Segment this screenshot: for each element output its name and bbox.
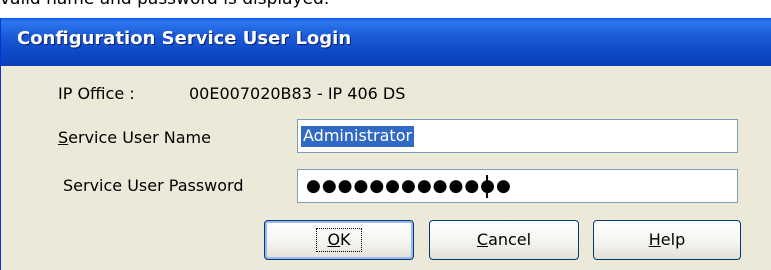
service-user-password-label: Service User Password bbox=[63, 176, 244, 195]
service-user-password-input[interactable]: ●●●●●●●●●●●●● bbox=[297, 169, 738, 203]
dialog-titlebar[interactable]: Configuration Service User Login bbox=[1, 18, 771, 66]
cancel-button[interactable]: Cancel bbox=[429, 220, 579, 260]
service-user-name-input[interactable]: Administrator bbox=[297, 119, 738, 153]
help-label-text: elp bbox=[660, 230, 686, 249]
ok-button[interactable]: OK bbox=[264, 220, 414, 260]
ok-label-text: K bbox=[340, 230, 351, 249]
ip-office-value: 00E007020B83 - IP 406 DS bbox=[189, 84, 406, 103]
ip-office-label: IP Office : bbox=[58, 84, 135, 103]
cancel-accelerator: C bbox=[476, 230, 489, 249]
ok-accelerator: O bbox=[327, 230, 341, 249]
service-user-name-label: Service User Name bbox=[58, 128, 211, 147]
password-mask: ●●●●●●●●●●●●● bbox=[306, 176, 512, 196]
login-dialog: Configuration Service User Login IP Offi… bbox=[0, 18, 771, 270]
text-caret bbox=[486, 175, 488, 198]
name-label-text: ervice User Name bbox=[68, 128, 211, 147]
help-button[interactable]: Help bbox=[593, 220, 741, 260]
ok-button-label: OK bbox=[316, 228, 362, 252]
dialog-title: Configuration Service User Login bbox=[17, 28, 352, 49]
name-accelerator: S bbox=[58, 128, 69, 147]
page-caption: valid name and password is displayed. bbox=[0, 0, 329, 9]
help-accelerator: H bbox=[648, 230, 661, 249]
cancel-label-text: ancel bbox=[488, 230, 532, 249]
service-user-name-value: Administrator bbox=[301, 126, 415, 147]
